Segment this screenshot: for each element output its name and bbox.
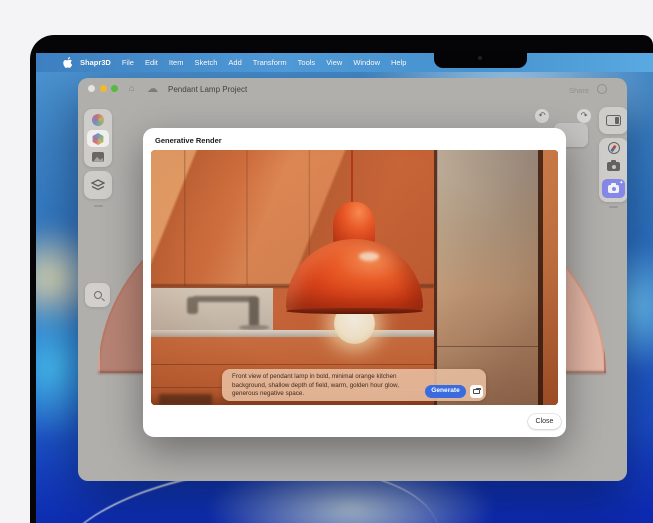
traffic-lights: [88, 85, 118, 92]
right-toolbar-render-group: ✦: [599, 138, 627, 202]
prompt-bar[interactable]: Front view of pendant lamp in bold, mini…: [222, 369, 486, 401]
camera-icon: [473, 389, 480, 394]
menu-item-window[interactable]: Window: [353, 58, 380, 67]
color-hexagon-icon: [92, 133, 104, 145]
cloud-sync-icon: ☁: [147, 82, 158, 95]
left-toolbar-layers-group: [84, 171, 112, 199]
menu-item-edit[interactable]: Edit: [145, 58, 158, 67]
search-button[interactable]: [85, 283, 110, 307]
kitchen-window: [434, 150, 558, 405]
menu-item-file[interactable]: File: [122, 58, 134, 67]
lamp-rim: [286, 308, 423, 315]
home-icon[interactable]: ⌂: [129, 83, 134, 93]
toolbar-divider: [609, 206, 618, 208]
generative-render-modal: Generative Render: [143, 128, 566, 437]
display-icon[interactable]: [606, 115, 621, 126]
faucet-spout: [192, 296, 258, 302]
menu-item-sketch[interactable]: Sketch: [194, 58, 217, 67]
search-icon: [94, 291, 102, 299]
right-toolbar-display-group: [599, 107, 627, 134]
generative-render-camera-icon: [608, 185, 619, 193]
lamp-cap: [333, 202, 375, 244]
menu-item-shapr3d[interactable]: Shapr3D: [80, 58, 111, 67]
image-icon[interactable]: [92, 152, 104, 162]
generate-button[interactable]: Generate: [425, 385, 466, 398]
snapshot-button[interactable]: [470, 385, 483, 398]
apple-menu-icon[interactable]: [63, 57, 72, 68]
drawer-line: [151, 364, 434, 365]
zoom-window-button[interactable]: [111, 85, 118, 92]
menu-item-item[interactable]: Item: [169, 58, 184, 67]
account-icon[interactable]: [597, 84, 607, 94]
environment-compass-icon[interactable]: [608, 142, 620, 154]
screenshot-stage: Shapr3D File Edit Item Sketch Add Transf…: [0, 0, 653, 523]
close-window-button[interactable]: [88, 85, 95, 92]
share-button[interactable]: Share: [569, 86, 589, 95]
prompt-text[interactable]: Front view of pendant lamp in bold, mini…: [232, 373, 420, 399]
window-glass: [438, 150, 539, 405]
layers-icon[interactable]: [91, 179, 105, 192]
document-title: Pendant Lamp Project: [168, 85, 247, 94]
toolbar-divider: [94, 205, 103, 207]
render-preview-image: Front view of pendant lamp in bold, mini…: [151, 150, 558, 405]
menu-item-transform[interactable]: Transform: [253, 58, 287, 67]
lamp-cord: [351, 150, 353, 209]
left-toolbar-appearance-group: [84, 109, 112, 167]
camera-icon[interactable]: [607, 162, 620, 171]
faucet-head: [187, 297, 198, 314]
close-modal-button[interactable]: Close: [528, 414, 561, 429]
display-notch: [434, 52, 527, 68]
display-screen: Shapr3D File Edit Item Sketch Add Transf…: [36, 53, 653, 523]
sparkle-icon: ✦: [619, 180, 623, 186]
side-wall: [543, 150, 558, 405]
faucet: [175, 294, 281, 330]
generative-render-camera-button[interactable]: ✦: [602, 179, 625, 198]
redo-button[interactable]: ↷: [577, 109, 591, 123]
minimize-window-button[interactable]: [100, 85, 107, 92]
undo-button[interactable]: ↶: [535, 109, 549, 123]
menu-item-view[interactable]: View: [326, 58, 342, 67]
lamp-highlight: [359, 252, 379, 261]
macbook-bezel: Shapr3D File Edit Item Sketch Add Transf…: [30, 35, 653, 523]
menu-item-add[interactable]: Add: [228, 58, 241, 67]
modal-title: Generative Render: [155, 136, 222, 145]
menu-bar: Shapr3D File Edit Item Sketch Add Transf…: [36, 53, 653, 72]
faucet-post: [249, 297, 259, 326]
menu-item-tools[interactable]: Tools: [298, 58, 316, 67]
countertop: [151, 330, 434, 338]
menu-item-help[interactable]: Help: [391, 58, 406, 67]
window-ledge: [437, 346, 538, 347]
material-sphere-icon[interactable]: [92, 114, 104, 126]
stove-hob: [159, 394, 212, 405]
shapr3d-window: ⌂ ☁ Pendant Lamp Project Share ↶ ↷: [78, 78, 627, 481]
color-tool-selected[interactable]: [87, 130, 109, 147]
webcam-dot: [478, 56, 482, 60]
